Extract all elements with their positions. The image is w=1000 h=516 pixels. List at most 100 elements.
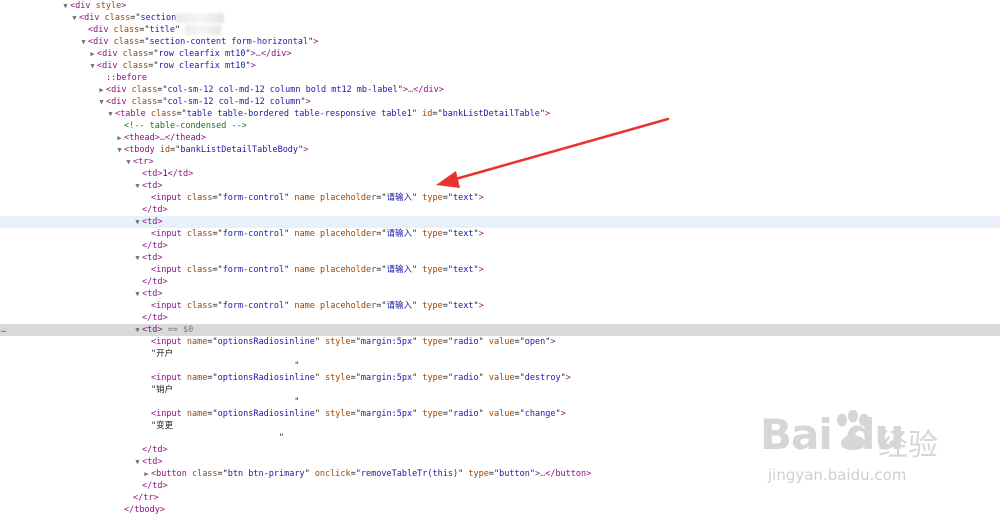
dom-node[interactable]: <td>1</td> <box>133 168 193 180</box>
dom-tree-line[interactable]: ▼ <div class="section <box>0 12 1000 24</box>
dom-node[interactable]: <div class="title" <box>79 24 222 36</box>
dom-tree-line[interactable]: <td>1</td> <box>0 168 1000 180</box>
dom-node[interactable]: <input name="optionsRadiosinline" style=… <box>142 336 556 348</box>
dom-tree-line[interactable]: ▼ <div class="row clearfix mt10"> <box>0 60 1000 72</box>
dom-node[interactable]: ▼ <div class="section <box>70 12 225 24</box>
expanded-triangle-icon[interactable]: ▼ <box>115 144 124 156</box>
expanded-triangle-icon[interactable]: ▼ <box>79 36 88 48</box>
dom-node[interactable]: <input class="form-control" name placeho… <box>142 192 484 204</box>
node-markup: <input class="form-control" name placeho… <box>151 301 484 311</box>
expanded-triangle-icon[interactable]: ▼ <box>70 12 79 24</box>
dom-tree-line[interactable]: <input class="form-control" name placeho… <box>0 228 1000 240</box>
dom-node[interactable]: ▶ <button class="btn btn-primary" onclick… <box>142 468 591 480</box>
expanded-triangle-icon[interactable]: ▼ <box>124 156 133 168</box>
dom-node[interactable]: ▼ <div class="col-sm-12 col-md-12 column"… <box>97 96 310 108</box>
dom-tree-line[interactable]: ::before <box>0 72 1000 84</box>
dom-node[interactable]: </tbody> <box>115 504 165 516</box>
dom-tree-line[interactable]: <!-- table-condensed --> <box>0 120 1000 132</box>
dom-node[interactable]: ▼ <td> <box>133 180 162 192</box>
dom-node[interactable]: </tr> <box>124 492 159 504</box>
dom-tree-line[interactable]: </td> <box>0 240 1000 252</box>
expanded-triangle-icon[interactable]: ▼ <box>88 60 97 72</box>
dom-node[interactable]: </td> <box>133 240 168 252</box>
dom-tree-line[interactable]: </td> <box>0 204 1000 216</box>
dom-node[interactable]: "销户 <box>142 384 173 396</box>
expanded-triangle-icon[interactable]: ▼ <box>133 324 142 336</box>
dom-tree-line[interactable]: ▼ <div style> <box>0 0 1000 12</box>
dom-tree-line[interactable]: ▼ <td> <box>0 216 1000 228</box>
dom-tree-line[interactable]: ▶ <div class="col-sm-12 col-md-12 column … <box>0 84 1000 96</box>
expanded-triangle-icon[interactable]: ▼ <box>133 252 142 264</box>
dom-node[interactable]: </td> <box>133 480 168 492</box>
dom-tree-line[interactable]: <input name="optionsRadiosinline" style=… <box>0 336 1000 348</box>
dom-tree-line[interactable]: ▼ <td> <box>0 252 1000 264</box>
dom-node[interactable]: <input class="form-control" name placeho… <box>142 228 484 240</box>
dom-node[interactable]: ▶ <div class="row clearfix mt10">…</div> <box>88 48 291 60</box>
dom-node[interactable]: <input class="form-control" name placeho… <box>142 264 484 276</box>
dom-tree-line[interactable]: ▼ <div class="section-content form-horizo… <box>0 36 1000 48</box>
dom-node[interactable]: <input class="form-control" name placeho… <box>142 300 484 312</box>
dom-node[interactable]: <input name="optionsRadiosinline" style=… <box>142 408 566 420</box>
dom-node[interactable]: ▶ <thead>…</thead> <box>115 132 206 144</box>
dom-node[interactable]: " <box>142 396 299 408</box>
dom-tree-line[interactable]: … ▼ <td> == $0 <box>0 324 1000 336</box>
expanded-triangle-icon[interactable]: ▼ <box>133 288 142 300</box>
dom-node[interactable]: </td> <box>133 204 168 216</box>
dom-node[interactable]: ▼ <table class="table table-bordered tabl… <box>106 108 550 120</box>
dom-node[interactable]: </td> <box>133 276 168 288</box>
dom-tree-line[interactable]: ▼ <table class="table table-bordered tabl… <box>0 108 1000 120</box>
expanded-triangle-icon[interactable]: ▼ <box>133 456 142 468</box>
dom-tree-line[interactable]: ▼ <td> <box>0 180 1000 192</box>
dom-tree-line[interactable]: ▼ <tbody id="bankListDetailTableBody"> <box>0 144 1000 156</box>
node-markup: " <box>151 397 300 407</box>
dom-node[interactable]: </td> <box>133 444 168 456</box>
dom-node[interactable]: ▼ <td> <box>133 456 162 468</box>
collapsed-triangle-icon[interactable]: ▶ <box>115 132 124 144</box>
dom-tree-line[interactable]: " <box>0 396 1000 408</box>
dom-node[interactable]: ▶ <div class="col-sm-12 col-md-12 column … <box>97 84 443 96</box>
dom-tree-line[interactable]: ▶ <div class="row clearfix mt10">…</div> <box>0 48 1000 60</box>
expanded-triangle-icon[interactable]: ▼ <box>133 216 142 228</box>
dom-node[interactable]: ▼ <div style> <box>61 0 126 12</box>
dom-tree-line[interactable]: ▶ <thead>…</thead> <box>0 132 1000 144</box>
dom-node[interactable]: ▼ <td> <box>133 216 162 228</box>
dom-tree-line[interactable]: <input class="form-control" name placeho… <box>0 264 1000 276</box>
dom-tree-line[interactable]: ▼ <div class="col-sm-12 col-md-12 column"… <box>0 96 1000 108</box>
expanded-triangle-icon[interactable]: ▼ <box>61 0 70 12</box>
dom-tree-line[interactable]: </tbody> <box>0 504 1000 516</box>
dom-node[interactable]: <input name="optionsRadiosinline" style=… <box>142 372 571 384</box>
dom-tree-line[interactable]: "开户 <box>0 348 1000 360</box>
dom-node[interactable]: ▼ <td> == $0 <box>133 324 193 336</box>
dom-tree-line[interactable]: "销户 <box>0 384 1000 396</box>
dom-node[interactable]: " <box>142 432 284 444</box>
dom-node[interactable]: "变更 <box>142 420 173 432</box>
expanded-triangle-icon[interactable]: ▼ <box>106 108 115 120</box>
dom-tree-line[interactable]: " <box>0 360 1000 372</box>
dom-node[interactable]: </td> <box>133 312 168 324</box>
dom-node[interactable]: ▼ <div class="section-content form-horizo… <box>79 36 318 48</box>
dom-node[interactable]: ▼ <tr> <box>124 156 153 168</box>
dom-node[interactable]: ▼ <td> <box>133 288 162 300</box>
gutter-ellipsis[interactable]: … <box>1 324 6 336</box>
dom-tree-line[interactable]: <input class="form-control" name placeho… <box>0 300 1000 312</box>
dom-tree-line[interactable]: <input name="optionsRadiosinline" style=… <box>0 372 1000 384</box>
expanded-triangle-icon[interactable]: ▼ <box>97 96 106 108</box>
dom-tree-line[interactable]: ▼ <tr> <box>0 156 1000 168</box>
dom-node[interactable]: " <box>142 360 299 372</box>
dom-tree-line[interactable]: </td> <box>0 276 1000 288</box>
dom-node[interactable]: ::before <box>97 72 147 84</box>
collapsed-triangle-icon[interactable]: ▶ <box>88 48 97 60</box>
collapsed-triangle-icon[interactable]: ▶ <box>97 84 106 96</box>
baidu-jingyan-watermark: Bai du 经验 jingyan.baidu.com <box>760 410 990 500</box>
dom-node[interactable]: ▼ <div class="row clearfix mt10"> <box>88 60 255 72</box>
dom-tree-line[interactable]: <div class="title" <box>0 24 1000 36</box>
dom-node[interactable]: ▼ <tbody id="bankListDetailTableBody"> <box>115 144 308 156</box>
dom-tree-line[interactable]: ▼ <td> <box>0 288 1000 300</box>
dom-tree-line[interactable]: <input class="form-control" name placeho… <box>0 192 1000 204</box>
dom-node[interactable]: <!-- table-condensed --> <box>115 120 247 132</box>
collapsed-triangle-icon[interactable]: ▶ <box>142 468 151 480</box>
dom-node[interactable]: "开户 <box>142 348 173 360</box>
dom-tree-line[interactable]: </td> <box>0 312 1000 324</box>
expanded-triangle-icon[interactable]: ▼ <box>133 180 142 192</box>
dom-node[interactable]: ▼ <td> <box>133 252 162 264</box>
